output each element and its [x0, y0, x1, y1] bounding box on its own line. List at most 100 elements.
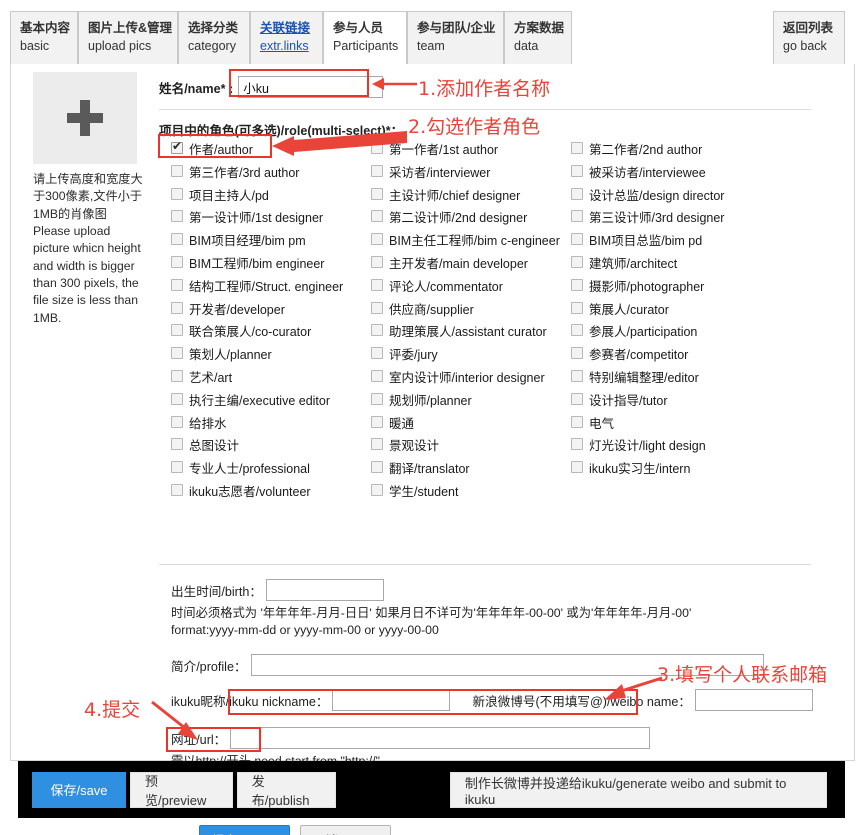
role-option[interactable]: 室内设计师/interior designer: [371, 367, 545, 386]
role-option[interactable]: BIM项目总监/bim pd: [571, 230, 702, 249]
checkbox-icon[interactable]: [171, 324, 183, 337]
role-option[interactable]: 第三作者/3rd author: [171, 162, 299, 181]
submit-button[interactable]: 提交/submit: [199, 824, 291, 835]
checkbox-icon[interactable]: [571, 301, 583, 314]
role-option[interactable]: BIM工程师/bim engineer: [171, 253, 324, 272]
checkbox-icon[interactable]: [171, 301, 183, 314]
nickname-input[interactable]: [332, 689, 451, 712]
role-option[interactable]: 给排水: [171, 413, 227, 432]
role-option[interactable]: 参展人/participation: [571, 321, 697, 340]
checkbox-icon[interactable]: [171, 255, 183, 268]
role-option[interactable]: BIM主任工程师/bim c-engineer: [371, 230, 560, 249]
checkbox-icon[interactable]: [371, 187, 383, 200]
checkbox-icon[interactable]: [571, 187, 583, 200]
role-option[interactable]: ikuku志愿者/volunteer: [171, 481, 311, 500]
role-option[interactable]: 评论人/commentator: [371, 276, 503, 295]
role-option[interactable]: 评委/jury: [371, 344, 438, 363]
checkbox-icon[interactable]: [171, 347, 183, 360]
checkbox-icon[interactable]: [571, 142, 583, 154]
role-option[interactable]: 艺术/art: [171, 367, 232, 386]
tab-basic[interactable]: 基本内容 basic: [10, 11, 78, 65]
role-option[interactable]: 设计指导/tutor: [571, 390, 668, 409]
checkbox-icon[interactable]: [171, 369, 183, 382]
checkbox-icon[interactable]: [171, 187, 183, 200]
checkbox-icon[interactable]: [171, 278, 183, 291]
role-option[interactable]: ikuku实习生/intern: [571, 458, 690, 477]
role-option[interactable]: 总图设计: [171, 435, 239, 454]
role-option[interactable]: 第一设计师/1st designer: [171, 207, 323, 226]
checkbox-icon[interactable]: [571, 255, 583, 268]
role-option[interactable]: 被采访者/interviewee: [571, 162, 706, 181]
checkbox-icon[interactable]: [171, 461, 183, 474]
name-input[interactable]: [238, 76, 384, 98]
role-option[interactable]: 建筑师/architect: [571, 253, 677, 272]
role-option[interactable]: 特别编辑整理/editor: [571, 367, 699, 386]
role-option[interactable]: 第二作者/2nd author: [571, 139, 702, 158]
checkbox-icon[interactable]: [371, 301, 383, 314]
role-option[interactable]: 灯光设计/light design: [571, 435, 706, 454]
checkbox-icon[interactable]: [371, 142, 383, 154]
role-option[interactable]: 主设计师/chief designer: [371, 185, 520, 204]
checkbox-icon[interactable]: [571, 369, 583, 382]
role-option[interactable]: 结构工程师/Struct. engineer: [171, 276, 343, 295]
tab-upload-pics[interactable]: 图片上传&管理 upload pics: [78, 11, 178, 65]
role-option[interactable]: 助理策展人/assistant curator: [371, 321, 547, 340]
role-option[interactable]: 主开发者/main developer: [371, 253, 528, 272]
role-option[interactable]: 策划人/planner: [171, 344, 272, 363]
role-option[interactable]: 第三设计师/3rd designer: [571, 207, 724, 226]
checkbox-icon[interactable]: [371, 210, 383, 223]
checkbox-icon[interactable]: [171, 483, 183, 496]
checkbox-icon[interactable]: [171, 164, 183, 177]
tab-data[interactable]: 方案数据 data: [504, 11, 572, 65]
role-option[interactable]: 第二设计师/2nd designer: [371, 207, 527, 226]
role-option[interactable]: BIM项目经理/bim pm: [171, 230, 306, 249]
checkbox-icon[interactable]: [571, 278, 583, 291]
role-option[interactable]: 翻译/translator: [371, 458, 470, 477]
role-option[interactable]: 策展人/curator: [571, 299, 669, 318]
checkbox-icon[interactable]: [371, 255, 383, 268]
role-option[interactable]: 参赛者/competitor: [571, 344, 688, 363]
checkbox-icon[interactable]: [371, 347, 383, 360]
checkbox-icon[interactable]: [571, 461, 583, 474]
checkbox-icon[interactable]: [171, 139, 183, 154]
role-option[interactable]: 执行主编/executive editor: [171, 390, 330, 409]
checkbox-icon[interactable]: [571, 324, 583, 337]
role-option[interactable]: 联合策展人/co-curator: [171, 321, 311, 340]
role-option[interactable]: 采访者/interviewer: [371, 162, 490, 181]
checkbox-icon[interactable]: [371, 461, 383, 474]
tab-category[interactable]: 选择分类 category: [178, 11, 250, 65]
checkbox-icon[interactable]: [371, 324, 383, 337]
tab-go-back[interactable]: 返回列表 go back: [773, 11, 845, 65]
checkbox-icon[interactable]: [171, 415, 183, 428]
birth-input[interactable]: [265, 579, 384, 601]
checkbox-icon[interactable]: [371, 233, 383, 246]
checkbox-icon[interactable]: [571, 233, 583, 246]
role-option[interactable]: 供应商/supplier: [371, 299, 474, 318]
role-option[interactable]: 设计总监/design director: [571, 185, 724, 204]
tab-participants[interactable]: 参与人员 Participants: [323, 11, 407, 65]
role-option[interactable]: 开发者/developer: [171, 299, 285, 318]
role-option[interactable]: 景观设计: [371, 435, 439, 454]
publish-button[interactable]: 发布/publish: [236, 771, 336, 808]
checkbox-icon[interactable]: [571, 392, 583, 405]
checkbox-icon[interactable]: [571, 438, 583, 451]
checkbox-icon[interactable]: [171, 438, 183, 451]
preview-button[interactable]: 预览/preview: [130, 771, 233, 808]
role-option[interactable]: 暖通: [371, 413, 414, 432]
checkbox-icon[interactable]: [171, 392, 183, 405]
checkbox-icon[interactable]: [371, 483, 383, 496]
role-option[interactable]: 电气: [571, 413, 614, 432]
checkbox-icon[interactable]: [371, 278, 383, 291]
role-option[interactable]: 作者/author: [171, 139, 253, 158]
role-option[interactable]: 项目主持人/pd: [171, 185, 269, 204]
url-input[interactable]: [230, 727, 651, 750]
checkbox-icon[interactable]: [571, 415, 583, 428]
role-option[interactable]: 第一作者/1st author: [371, 139, 498, 158]
cancel-button[interactable]: 取消/cancel: [300, 824, 391, 835]
role-option[interactable]: 规划师/planner: [371, 390, 472, 409]
checkbox-icon[interactable]: [571, 347, 583, 360]
generate-weibo-button[interactable]: 制作长微博并投递给ikuku/generate weibo and submit…: [449, 771, 828, 808]
checkbox-icon[interactable]: [171, 233, 183, 246]
checkbox-icon[interactable]: [171, 210, 183, 223]
role-option[interactable]: 专业人士/professional: [171, 458, 310, 477]
